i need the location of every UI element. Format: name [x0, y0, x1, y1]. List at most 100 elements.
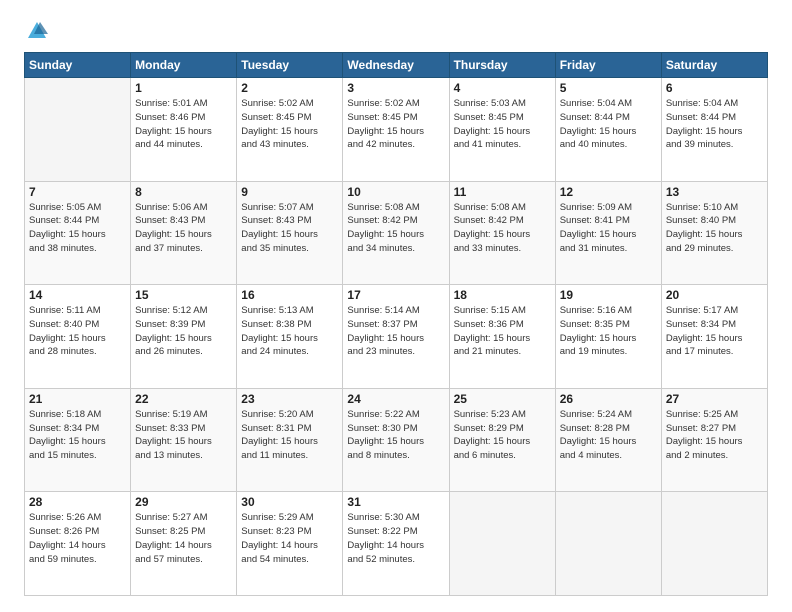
- day-number: 1: [135, 81, 232, 95]
- cell-info: Sunrise: 5:24 AMSunset: 8:28 PMDaylight:…: [560, 408, 657, 463]
- header: [24, 20, 768, 42]
- calendar-cell: 30 Sunrise: 5:29 AMSunset: 8:23 PMDayligh…: [237, 492, 343, 596]
- cell-info: Sunrise: 5:17 AMSunset: 8:34 PMDaylight:…: [666, 304, 763, 359]
- day-number: 16: [241, 288, 338, 302]
- cell-info: Sunrise: 5:04 AMSunset: 8:44 PMDaylight:…: [666, 97, 763, 152]
- calendar-week-4: 21 Sunrise: 5:18 AMSunset: 8:34 PMDayligh…: [25, 388, 768, 492]
- day-number: 24: [347, 392, 444, 406]
- day-header-monday: Monday: [131, 53, 237, 78]
- cell-info: Sunrise: 5:07 AMSunset: 8:43 PMDaylight:…: [241, 201, 338, 256]
- calendar-cell: 28 Sunrise: 5:26 AMSunset: 8:26 PMDayligh…: [25, 492, 131, 596]
- day-number: 26: [560, 392, 657, 406]
- day-number: 15: [135, 288, 232, 302]
- day-number: 22: [135, 392, 232, 406]
- calendar-cell: [661, 492, 767, 596]
- calendar-cell: 6 Sunrise: 5:04 AMSunset: 8:44 PMDaylight…: [661, 78, 767, 182]
- day-number: 13: [666, 185, 763, 199]
- day-number: 10: [347, 185, 444, 199]
- calendar-cell: [555, 492, 661, 596]
- calendar-cell: 15 Sunrise: 5:12 AMSunset: 8:39 PMDayligh…: [131, 285, 237, 389]
- day-number: 28: [29, 495, 126, 509]
- day-header-thursday: Thursday: [449, 53, 555, 78]
- cell-info: Sunrise: 5:10 AMSunset: 8:40 PMDaylight:…: [666, 201, 763, 256]
- calendar-cell: 7 Sunrise: 5:05 AMSunset: 8:44 PMDaylight…: [25, 181, 131, 285]
- calendar-cell: 18Sunrise: 5:15 AMSunset: 8:36 PMDayligh…: [449, 285, 555, 389]
- calendar-week-3: 14 Sunrise: 5:11 AMSunset: 8:40 PMDayligh…: [25, 285, 768, 389]
- day-header-tuesday: Tuesday: [237, 53, 343, 78]
- day-number: 20: [666, 288, 763, 302]
- calendar-cell: 29 Sunrise: 5:27 AMSunset: 8:25 PMDayligh…: [131, 492, 237, 596]
- cell-info: Sunrise: 5:11 AMSunset: 8:40 PMDaylight:…: [29, 304, 126, 359]
- calendar-week-1: 1 Sunrise: 5:01 AMSunset: 8:46 PMDaylight…: [25, 78, 768, 182]
- calendar-cell: 25 Sunrise: 5:23 AMSunset: 8:29 PMDayligh…: [449, 388, 555, 492]
- calendar-week-2: 7 Sunrise: 5:05 AMSunset: 8:44 PMDaylight…: [25, 181, 768, 285]
- calendar-cell: 16 Sunrise: 5:13 AMSunset: 8:38 PMDayligh…: [237, 285, 343, 389]
- day-number: 5: [560, 81, 657, 95]
- cell-info: Sunrise: 5:22 AMSunset: 8:30 PMDaylight:…: [347, 408, 444, 463]
- day-number: 12: [560, 185, 657, 199]
- day-number: 7: [29, 185, 126, 199]
- day-number: 9: [241, 185, 338, 199]
- cell-info: Sunrise: 5:29 AMSunset: 8:23 PMDaylight:…: [241, 511, 338, 566]
- calendar-cell: [449, 492, 555, 596]
- cell-info: Sunrise: 5:16 AMSunset: 8:35 PMDaylight:…: [560, 304, 657, 359]
- day-number: 6: [666, 81, 763, 95]
- calendar-cell: 1 Sunrise: 5:01 AMSunset: 8:46 PMDaylight…: [131, 78, 237, 182]
- day-number: 17: [347, 288, 444, 302]
- cell-info: Sunrise: 5:27 AMSunset: 8:25 PMDaylight:…: [135, 511, 232, 566]
- cell-info: Sunrise: 5:20 AMSunset: 8:31 PMDaylight:…: [241, 408, 338, 463]
- day-number: 14: [29, 288, 126, 302]
- calendar-table: SundayMondayTuesdayWednesdayThursdayFrid…: [24, 52, 768, 596]
- calendar-cell: [25, 78, 131, 182]
- day-number: 8: [135, 185, 232, 199]
- calendar-cell: 14 Sunrise: 5:11 AMSunset: 8:40 PMDayligh…: [25, 285, 131, 389]
- day-header-friday: Friday: [555, 53, 661, 78]
- calendar-cell: 20 Sunrise: 5:17 AMSunset: 8:34 PMDayligh…: [661, 285, 767, 389]
- cell-info: Sunrise: 5:04 AMSunset: 8:44 PMDaylight:…: [560, 97, 657, 152]
- cell-info: Sunrise: 5:05 AMSunset: 8:44 PMDaylight:…: [29, 201, 126, 256]
- cell-info: Sunrise: 5:23 AMSunset: 8:29 PMDaylight:…: [454, 408, 551, 463]
- day-number: 25: [454, 392, 551, 406]
- day-number: 23: [241, 392, 338, 406]
- cell-info: Sunrise: 5:12 AMSunset: 8:39 PMDaylight:…: [135, 304, 232, 359]
- page: SundayMondayTuesdayWednesdayThursdayFrid…: [0, 0, 792, 612]
- calendar-cell: 11 Sunrise: 5:08 AMSunset: 8:42 PMDayligh…: [449, 181, 555, 285]
- calendar-week-5: 28 Sunrise: 5:26 AMSunset: 8:26 PMDayligh…: [25, 492, 768, 596]
- calendar-cell: 9 Sunrise: 5:07 AMSunset: 8:43 PMDaylight…: [237, 181, 343, 285]
- day-number: 29: [135, 495, 232, 509]
- calendar-cell: 24 Sunrise: 5:22 AMSunset: 8:30 PMDayligh…: [343, 388, 449, 492]
- calendar-cell: 22Sunrise: 5:19 AMSunset: 8:33 PMDayligh…: [131, 388, 237, 492]
- day-number: 2: [241, 81, 338, 95]
- calendar-cell: 31 Sunrise: 5:30 AMSunset: 8:22 PMDayligh…: [343, 492, 449, 596]
- cell-info: Sunrise: 5:26 AMSunset: 8:26 PMDaylight:…: [29, 511, 126, 566]
- cell-info: Sunrise: 5:25 AMSunset: 8:27 PMDaylight:…: [666, 408, 763, 463]
- cell-info: Sunrise: 5:01 AMSunset: 8:46 PMDaylight:…: [135, 97, 232, 152]
- cell-info: Sunrise: 5:08 AMSunset: 8:42 PMDaylight:…: [347, 201, 444, 256]
- calendar-cell: 17 Sunrise: 5:14 AMSunset: 8:37 PMDayligh…: [343, 285, 449, 389]
- calendar-cell: 23 Sunrise: 5:20 AMSunset: 8:31 PMDayligh…: [237, 388, 343, 492]
- day-number: 11: [454, 185, 551, 199]
- cell-info: Sunrise: 5:06 AMSunset: 8:43 PMDaylight:…: [135, 201, 232, 256]
- day-number: 18: [454, 288, 551, 302]
- logo: [24, 20, 48, 42]
- calendar-cell: 5 Sunrise: 5:04 AMSunset: 8:44 PMDaylight…: [555, 78, 661, 182]
- day-number: 3: [347, 81, 444, 95]
- cell-info: Sunrise: 5:03 AMSunset: 8:45 PMDaylight:…: [454, 97, 551, 152]
- cell-info: Sunrise: 5:13 AMSunset: 8:38 PMDaylight:…: [241, 304, 338, 359]
- calendar-cell: 13 Sunrise: 5:10 AMSunset: 8:40 PMDayligh…: [661, 181, 767, 285]
- calendar-cell: 10 Sunrise: 5:08 AMSunset: 8:42 PMDayligh…: [343, 181, 449, 285]
- day-number: 30: [241, 495, 338, 509]
- day-number: 27: [666, 392, 763, 406]
- calendar-cell: 4 Sunrise: 5:03 AMSunset: 8:45 PMDaylight…: [449, 78, 555, 182]
- cell-info: Sunrise: 5:18 AMSunset: 8:34 PMDaylight:…: [29, 408, 126, 463]
- cell-info: Sunrise: 5:02 AMSunset: 8:45 PMDaylight:…: [241, 97, 338, 152]
- cell-info: Sunrise: 5:30 AMSunset: 8:22 PMDaylight:…: [347, 511, 444, 566]
- day-number: 21: [29, 392, 126, 406]
- calendar-cell: 3 Sunrise: 5:02 AMSunset: 8:45 PMDaylight…: [343, 78, 449, 182]
- day-number: 4: [454, 81, 551, 95]
- cell-info: Sunrise: 5:02 AMSunset: 8:45 PMDaylight:…: [347, 97, 444, 152]
- day-number: 31: [347, 495, 444, 509]
- cell-info: Sunrise: 5:08 AMSunset: 8:42 PMDaylight:…: [454, 201, 551, 256]
- cell-info: Sunrise: 5:14 AMSunset: 8:37 PMDaylight:…: [347, 304, 444, 359]
- cell-info: Sunrise: 5:09 AMSunset: 8:41 PMDaylight:…: [560, 201, 657, 256]
